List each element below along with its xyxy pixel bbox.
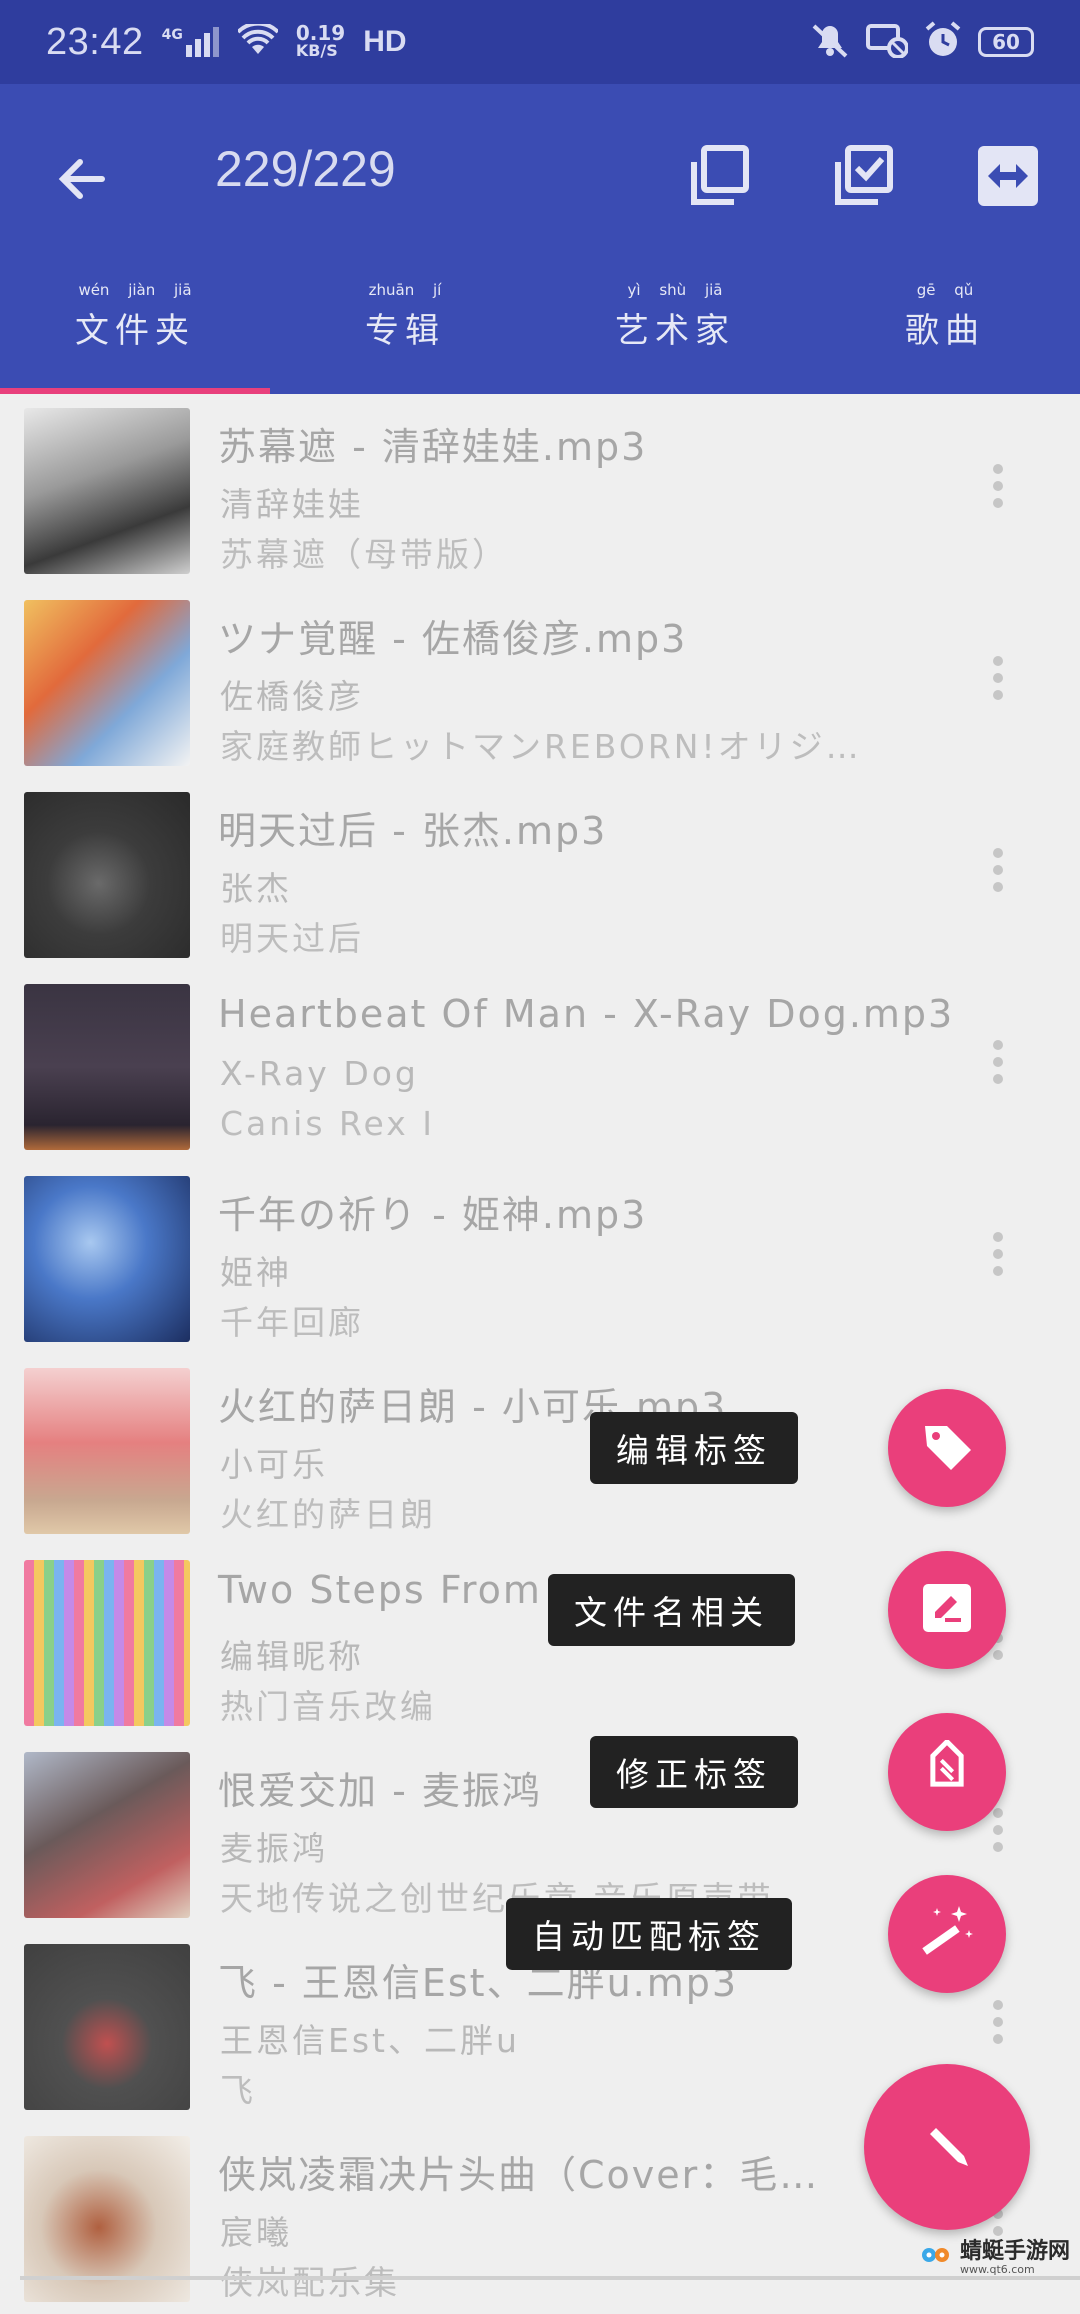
song-title: 苏幕遮 - 清辞娃娃.mp3 [218,425,648,469]
dragonfly-logo [920,2243,954,2275]
song-artist: 麦振鸿 [220,1829,328,1868]
select-all-icon[interactable] [828,140,900,212]
list-item[interactable]: 苏幕遮 - 清辞娃娃.mp3 清辞娃娃 苏幕遮（母带版） [0,394,1080,586]
tab-album[interactable]: zhuān jí 专辑 [270,281,540,394]
app-bar: 229/229 wén jiàn jiā 文件夹 zhuān jí 专辑 yì sh… [0,84,1080,394]
list-item[interactable]: 明天过后 - 张杰.mp3 张杰 明天过后 [0,778,1080,970]
tag-fix-icon [917,1738,977,1804]
battery-icon: 60 [978,27,1034,57]
song-album: 苏幕遮（母带版） [220,535,508,574]
album-art [24,984,190,1150]
pencil-icon [912,2110,982,2184]
song-title: 侠岚凌霜决片头曲（Cover：毛… [218,2153,820,2197]
edit-tags-button[interactable] [888,1389,1006,1507]
more-options-icon[interactable] [992,1040,1004,1090]
song-album: Canis Rex I [220,1104,435,1143]
song-list[interactable]: 苏幕遮 - 清辞娃娃.mp3 清辞娃娃 苏幕遮（母带版） ツナ覚醒 - 佐橋俊彦… [0,394,1080,2314]
song-album: 飞 [220,2071,256,2110]
song-artist: 佐橋俊彦 [220,677,364,716]
more-options-icon[interactable] [992,1808,1004,1858]
swap-icon[interactable] [972,140,1044,212]
song-artist: 编辑昵称 [220,1637,364,1676]
song-album: 火红的萨日朗 [220,1495,436,1534]
net-speed: 0.19 KB/S [295,21,346,60]
edit-tags-label[interactable]: 编辑标签 [590,1412,798,1484]
more-options-icon[interactable] [992,2000,1004,2050]
tab-folder[interactable]: wén jiàn jiā 文件夹 [0,281,270,394]
selection-count: 229/229 [215,141,396,197]
list-item[interactable]: Heartbeat Of Man - X-Ray Dog.mp3 X-Ray D… [0,970,1080,1162]
album-art [24,1176,190,1342]
clock: 23:42 [46,20,144,63]
main-fab-button[interactable] [864,2064,1030,2230]
filename-label[interactable]: 文件名相关 [548,1574,795,1646]
album-art [24,792,190,958]
song-title: Two Steps From [218,1568,542,1612]
album-art [24,600,190,766]
select-copy-icon[interactable] [684,140,756,212]
song-artist: 张杰 [220,869,292,908]
watermark-url: www.qt6.com [959,2263,1035,2276]
wifi-icon [236,21,280,60]
tab-bar: wén jiàn jiā 文件夹 zhuān jí 专辑 yì shù jiā 艺术家… [0,281,1080,394]
edit-box-icon [917,1578,977,1642]
magic-wand-icon [915,1900,979,1968]
list-item[interactable]: ツナ覚醒 - 佐橋俊彦.mp3 佐橋俊彦 家庭教師ヒットマンREBORN!オリジ… [0,586,1080,778]
song-artist: 姫神 [220,1253,292,1292]
tag-icon [917,1416,977,1480]
nav-handle [20,2276,1080,2280]
mute-icon [810,22,850,62]
album-art [24,1560,190,1726]
filename-button[interactable] [888,1551,1006,1669]
fix-tags-button[interactable] [888,1713,1006,1831]
song-title: 恨爱交加 - 麦振鸿 [218,1769,542,1813]
song-artist: X-Ray Dog [220,1054,419,1093]
tab-artist[interactable]: yì shù jiā 艺术家 [540,281,810,394]
list-item[interactable]: 千年の祈り - 姫神.mp3 姫神 千年回廊 [0,1162,1080,1354]
song-artist: 小可乐 [220,1445,328,1484]
hd-indicator: HD [363,25,407,58]
back-arrow-icon[interactable] [50,144,120,214]
album-art [24,1752,190,1918]
song-artist: 宸曦 [220,2213,292,2252]
song-title: 明天过后 - 张杰.mp3 [218,809,608,853]
more-options-icon[interactable] [992,656,1004,706]
song-album: 千年回廊 [220,1303,364,1342]
status-bar: 23:42 4G 0.19 KB/S HD 60 [0,0,1080,84]
auto-match-label[interactable]: 自动匹配标签 [506,1898,792,1970]
song-title: Heartbeat Of Man - X-Ray Dog.mp3 [218,992,955,1036]
song-album: 侠岚配乐集 [220,2263,400,2302]
auto-match-button[interactable] [888,1875,1006,1993]
song-album: 家庭教師ヒットマンREBORN!オリジ… [220,727,862,766]
song-artist: 清辞娃娃 [220,485,364,524]
fix-tags-label[interactable]: 修正标签 [590,1736,798,1808]
more-options-icon[interactable] [992,1232,1004,1282]
song-title: 千年の祈り - 姫神.mp3 [218,1193,648,1237]
album-art [24,1944,190,2110]
watermark: 蜻蜓手游网 www.qt6.com [920,2241,1070,2276]
album-art [24,1368,190,1534]
song-artist: 王恩信Est、二胖u [220,2021,520,2060]
more-options-icon[interactable] [992,848,1004,898]
tab-songs[interactable]: gē qǔ 歌曲 [810,281,1080,394]
signal-icon: 4G [162,27,220,57]
song-title: ツナ覚醒 - 佐橋俊彦.mp3 [218,617,688,661]
watermark-text: 蜻蜓手游网 [959,2239,1070,2264]
cast-off-icon [866,22,909,62]
song-album: 明天过后 [220,919,364,958]
alarm-icon [924,21,962,63]
song-album: 热门音乐改编 [220,1687,436,1726]
more-options-icon[interactable] [992,464,1004,514]
album-art [24,408,190,574]
